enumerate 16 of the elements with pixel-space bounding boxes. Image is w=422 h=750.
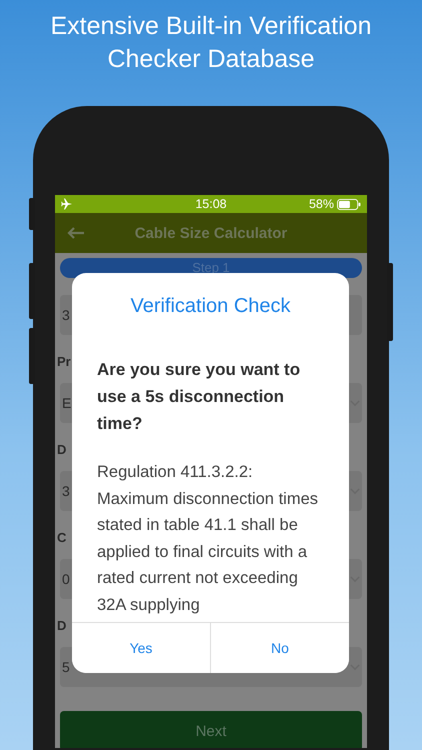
battery-icon xyxy=(337,198,361,210)
field-label: Pr xyxy=(57,353,71,371)
field-label: C xyxy=(57,529,66,547)
field-label: D xyxy=(57,441,66,459)
dialog-message: Regulation 411.3.2.2: Maximum disconnection times stated in table 41.1 shall be applied to final circuits with a rated current not exceeding 32A supplying xyxy=(97,462,319,616)
nav-title: Cable Size Calculator xyxy=(134,224,288,242)
back-arrow-icon[interactable] xyxy=(67,227,85,239)
dialog-title: Verification Check xyxy=(129,295,292,318)
next-button[interactable]: Next xyxy=(60,711,362,748)
field-label: D xyxy=(57,617,66,635)
dialog-question: Are you sure you want to use a 5s disconnection time? xyxy=(97,359,302,435)
battery-percent: 58% xyxy=(308,197,334,211)
dialog-button[interactable]: No xyxy=(210,623,349,673)
headline: Extensive Built-in Verification Checker Database xyxy=(50,11,372,75)
status-time: 15:08 xyxy=(194,197,228,211)
airplane-icon xyxy=(61,198,73,210)
